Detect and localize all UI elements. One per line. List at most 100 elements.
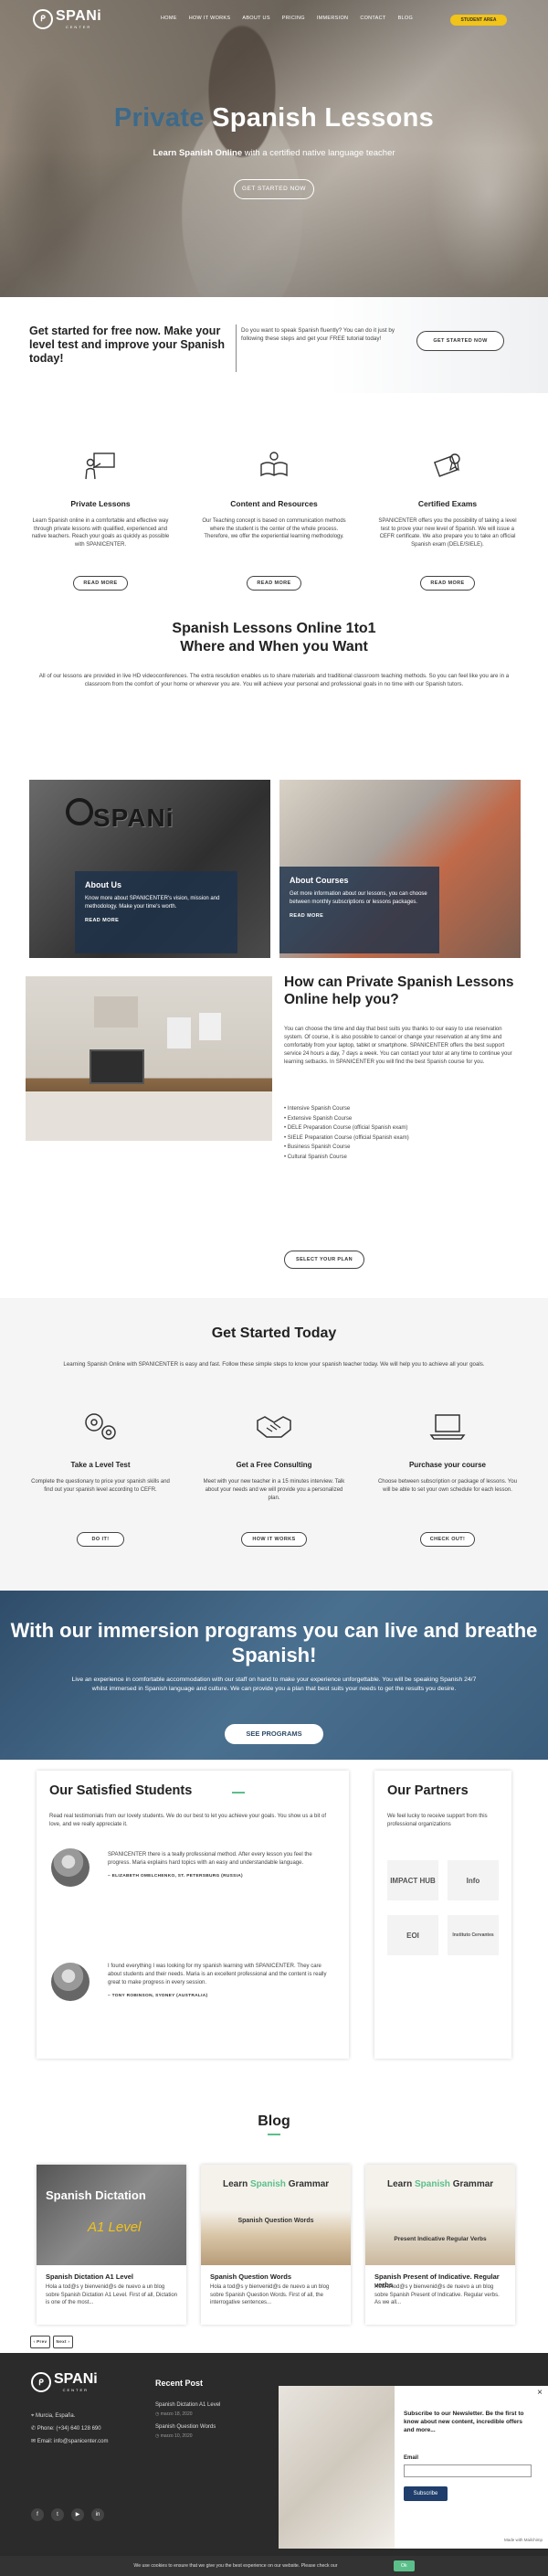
cookie-text: We use cookies to ensure that we give yo… <box>133 2563 338 2569</box>
close-icon[interactable]: × <box>537 2388 543 2398</box>
blog-post-title[interactable]: Spanish Dictation A1 Level <box>46 2273 133 2281</box>
course-item: Extensive Spanish Course <box>284 1114 409 1124</box>
recent-post-link[interactable]: Spanish Dictation A1 Level <box>155 2400 220 2410</box>
teacher-board-icon <box>85 452 115 480</box>
feature-certified-exams: Certified Exams SPANICENTER offers you t… <box>374 448 521 548</box>
read-more-button[interactable]: READ MORE <box>247 576 301 591</box>
immersion-section: With our immersion programs you can live… <box>0 1591 548 1760</box>
subscribe-button[interactable]: Subscribe <box>404 2486 448 2501</box>
facebook-icon[interactable]: f <box>31 2508 44 2521</box>
feature-text: SPANICENTER offers you the possibility o… <box>378 518 517 548</box>
step-title: Get a Free Consulting <box>236 1461 312 1469</box>
blog-card[interactable]: Learn Spanish Grammar Present Indicative… <box>365 2165 515 2325</box>
see-programs-button[interactable]: SEE PROGRAMS <box>225 1724 323 1744</box>
wall-logo-sign: SPANi <box>93 804 174 832</box>
partner-logo[interactable]: Info <box>448 1860 499 1900</box>
logo-name: SPANi <box>56 8 102 24</box>
blog-next-button[interactable]: Next › <box>53 2336 73 2348</box>
nav-blog[interactable]: BLOG <box>398 16 413 21</box>
recent-post-date-text: marzo 18, 2020 <box>160 2411 193 2417</box>
cookie-ok-button[interactable]: Ok <box>393 2560 415 2571</box>
nav-pricing[interactable]: PRICING <box>282 16 305 21</box>
about-us-card[interactable]: SPANi About Us Know more about SPANICENT… <box>29 780 270 958</box>
get-free-title: Get started for free now. Make your leve… <box>29 325 225 365</box>
partner-logo[interactable]: IMPACT HUB <box>387 1860 438 1900</box>
newsletter-image <box>279 2386 395 2549</box>
banner-part: Grammar <box>285 2179 330 2189</box>
help-title: How can Private Spanish Lessons Online h… <box>284 974 514 1007</box>
blog-banner-caption: Present Indicative Regular Verbs <box>394 2236 487 2242</box>
wall-poster <box>199 1013 221 1040</box>
wall-poster <box>167 1017 191 1048</box>
youtube-icon[interactable]: ▶ <box>71 2508 84 2521</box>
footer-logo-sub: CENTER <box>62 2388 90 2392</box>
testimonial-text: SPANICENTER there is a teally profession… <box>108 1852 312 1866</box>
select-plan-button[interactable]: SELECT YOUR PLAN <box>284 1251 364 1269</box>
student-area-button[interactable]: STUDENT AREA <box>450 15 507 26</box>
nav-about-us[interactable]: ABOUT US <box>242 16 269 21</box>
nav-contact[interactable]: CONTACT <box>360 16 385 21</box>
blog-title: Blog <box>258 2113 290 2129</box>
nav-immersion[interactable]: IMMERSION <box>317 16 348 21</box>
footer-contact: ⌖ Murcia, España. ✆ Phone: (+34) 640 128… <box>31 2410 109 2448</box>
footer-address: ⌖ Murcia, España. <box>31 2410 109 2422</box>
about-courses-card[interactable]: About Courses Get more information about… <box>279 780 521 958</box>
certificate-icon <box>433 453 460 477</box>
immersion-title: With our immersion programs you can live… <box>10 1619 538 1666</box>
twitter-icon[interactable]: t <box>51 2508 64 2521</box>
course-item: DELE Preparation Course (official Spanis… <box>284 1123 409 1134</box>
get-free-button[interactable]: GET STARTED NOW <box>416 331 504 351</box>
cookie-bar: We use cookies to ensure that we give yo… <box>0 2556 548 2576</box>
testimonial: I found everything I was looking for my … <box>108 1963 336 2000</box>
hero-get-started-button[interactable]: GET STARTED NOW <box>234 179 314 199</box>
feature-title: Certified Exams <box>417 499 478 508</box>
hero-subtitle-rest: with a certified native language teacher <box>242 148 395 158</box>
footer-email[interactable]: ✉ Email: info@spanicenter.com <box>31 2435 109 2448</box>
how-it-works-button[interactable]: HOW IT WORKS <box>241 1532 307 1547</box>
footer-phone[interactable]: ✆ Phone: (+34) 640 128 690 <box>31 2422 109 2435</box>
get-free-text: Do you want to speak Spanish fluently? Y… <box>241 327 395 342</box>
online-text: All of our lessons are provided in live … <box>38 673 510 687</box>
step-free-consulting: Get a Free Consulting Meet with your new… <box>201 1408 347 1503</box>
nav-home[interactable]: HOME <box>161 16 177 21</box>
card-read-more-link[interactable]: READ MORE <box>290 913 429 919</box>
step-text: Meet with your new teacher in a 15 minut… <box>203 1479 345 1501</box>
read-more-button[interactable]: READ MORE <box>73 576 128 591</box>
banner-part: Spanish <box>250 2179 286 2189</box>
card-read-more-link[interactable]: READ MORE <box>85 918 227 923</box>
recent-post-link[interactable]: Spanish Question Words <box>155 2422 220 2432</box>
site-logo[interactable]: ᑭ SPANi CENTER <box>33 8 101 29</box>
blog-image: Learn Spanish Grammar Present Indicative… <box>365 2165 515 2265</box>
linkedin-icon[interactable]: in <box>91 2508 104 2521</box>
blog-card[interactable]: Learn Spanish Grammar Spanish Question W… <box>201 2165 351 2325</box>
logo-sub: CENTER <box>65 25 92 29</box>
footer-logo[interactable]: ᑭ SPANi CENTER <box>31 2371 98 2392</box>
online-title: Spanish Lessons Online 1to1 Where and Wh… <box>0 620 548 656</box>
blog-prev-button[interactable]: ‹ Prev <box>30 2336 50 2348</box>
partner-logo[interactable]: Instituto Cervantes <box>448 1915 499 1955</box>
course-item: Intensive Spanish Course <box>284 1104 409 1114</box>
recent-post-title: Recent Post <box>155 2379 204 2388</box>
social-links: f t ▶ in <box>31 2508 104 2521</box>
online-title-line1: Spanish Lessons Online 1to1 <box>172 621 376 636</box>
blog-post-excerpt: Hola a tod@s y bienvenid@s de nuevo a un… <box>374 2284 500 2305</box>
read-more-button[interactable]: READ MORE <box>420 576 475 591</box>
students-intro: Read real testimonials from our lovely s… <box>49 1814 327 1827</box>
main-nav: HOME HOW IT WORKS ABOUT US PRICING IMMER… <box>161 16 413 21</box>
banner-part: Grammar <box>449 2179 494 2189</box>
feature-title: Content and Resources <box>230 499 318 508</box>
blog-banner-title: Spanish Dictation <box>46 2188 146 2202</box>
do-it-button[interactable]: DO IT! <box>77 1532 124 1547</box>
check-out-button[interactable]: CHECK OUT! <box>420 1532 475 1547</box>
partner-logo[interactable]: EOI <box>387 1915 438 1955</box>
about-courses-box: About Courses Get more information about… <box>279 867 439 953</box>
newsletter-email-input[interactable] <box>404 2464 532 2477</box>
blog-card[interactable]: Spanish Dictation A1 Level Spanish Dicta… <box>37 2165 186 2325</box>
partners-panel: Our Partners We feel lucky to receive su… <box>374 1771 511 2059</box>
banner-part: Spanish <box>415 2179 450 2189</box>
recent-post-list: Spanish Dictation A1 Level ◷ marzo 18, 2… <box>155 2400 220 2441</box>
nav-how-it-works[interactable]: HOW IT WORKS <box>189 16 231 21</box>
blog-post-title[interactable]: Spanish Question Words <box>210 2273 291 2281</box>
step-level-test: Take a Level Test Complete the questiona… <box>27 1408 174 1495</box>
partners-title: Our Partners <box>387 1783 469 1798</box>
